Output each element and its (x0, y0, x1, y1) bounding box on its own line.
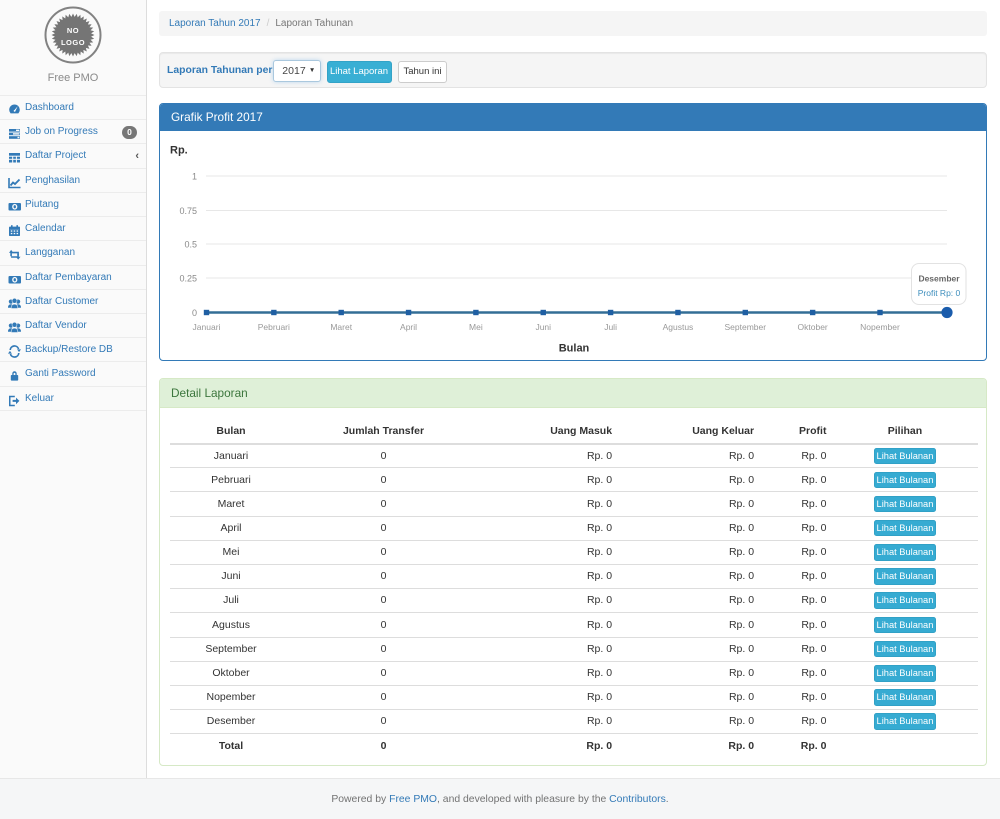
svg-text:Maret: Maret (330, 322, 352, 332)
svg-text:Profit Rp: 0: Profit Rp: 0 (918, 288, 961, 298)
svg-text:Oktober: Oktober (798, 322, 828, 332)
svg-text:Juni: Juni (535, 322, 551, 332)
svg-text:LOGO: LOGO (61, 38, 85, 47)
svg-text:Desember: Desember (918, 274, 960, 284)
svg-text:0.75: 0.75 (179, 206, 197, 216)
svg-text:1: 1 (192, 172, 197, 182)
svg-text:Mei: Mei (469, 322, 483, 332)
svg-text:Agustus: Agustus (663, 322, 694, 332)
svg-text:0: 0 (192, 308, 197, 318)
svg-text:Nopember: Nopember (860, 322, 900, 332)
svg-text:Pebruari: Pebruari (258, 322, 290, 332)
svg-text:NO: NO (67, 26, 79, 35)
svg-text:April: April (400, 322, 417, 332)
svg-text:September: September (725, 322, 767, 332)
svg-text:0.5: 0.5 (184, 240, 197, 250)
svg-text:Januari: Januari (193, 322, 221, 332)
svg-text:0.25: 0.25 (179, 274, 197, 284)
svg-text:Juli: Juli (604, 322, 617, 332)
svg-text:Rp.: Rp. (170, 145, 188, 157)
svg-text:Bulan: Bulan (559, 343, 590, 355)
